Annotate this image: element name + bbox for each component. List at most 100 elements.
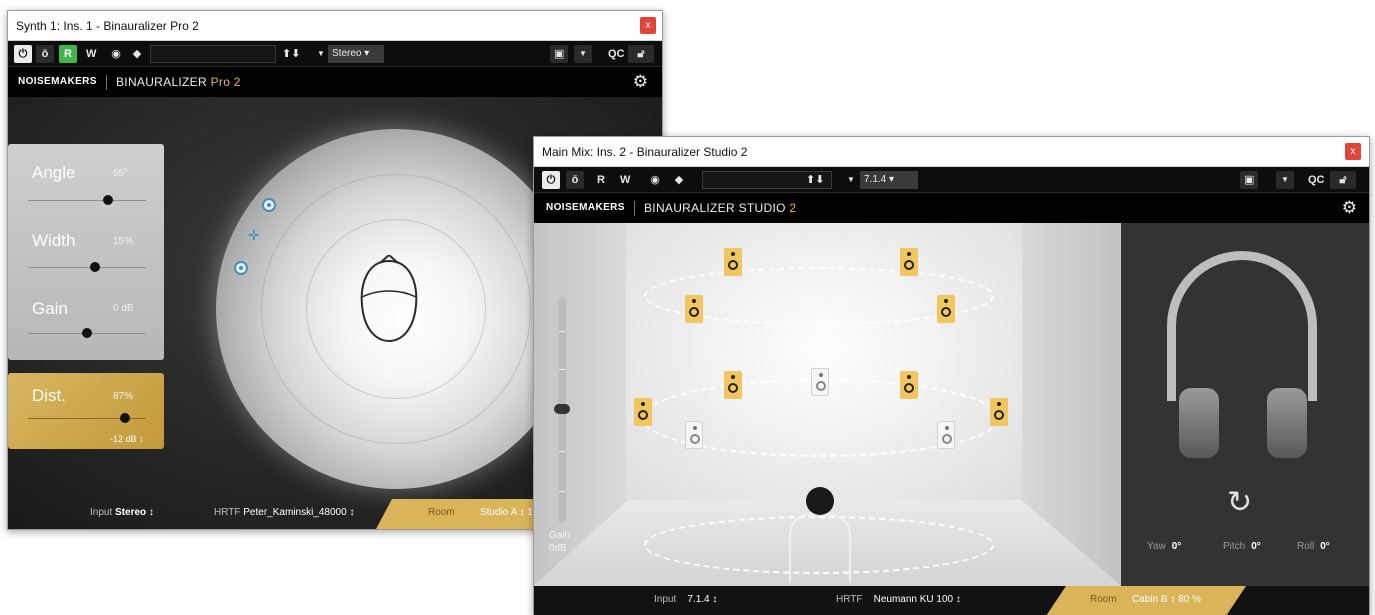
distance-label: Dist.: [32, 386, 66, 405]
input-selector[interactable]: Input 7.1.4 ↕: [654, 594, 717, 605]
noisemakers-logo: NOISEMAKERS: [18, 76, 97, 87]
input-label: Input: [654, 594, 677, 605]
window-title: Main Mix: Ins. 2 - Binauralizer Studio 2: [542, 145, 748, 159]
gain-label: Gain: [32, 299, 68, 318]
spatial-sphere[interactable]: [216, 129, 576, 489]
pitch-readout[interactable]: Pitch 0°: [1223, 541, 1261, 552]
bypass-icon[interactable]: ō: [566, 171, 584, 189]
read-automation-button[interactable]: R: [59, 45, 77, 63]
plugin-toolbar: ⏻ ō R W ◉ ◆ ⬆⬇ ▼ 7.1.4 ▾ ▣ ▼ QC 🔓︎: [534, 167, 1369, 193]
compare-icon[interactable]: ◉: [107, 45, 125, 63]
product-name-prefix: BINAURALIZER STUDIO: [644, 201, 786, 215]
studio-bottom-bar: Input 7.1.4 ↕ HRTF Neumann KU 100 ↕ Room…: [534, 586, 1369, 615]
lock-icon[interactable]: 🔓︎: [628, 45, 654, 63]
brand-bar: NOISEMAKERS BINAURALIZER STUDIO 2 ⚙: [534, 193, 1369, 223]
write-automation-button[interactable]: W: [616, 171, 634, 189]
room-back-wall: [626, 223, 1022, 500]
diamond-icon[interactable]: ◆: [128, 45, 146, 63]
preset-menu-icon[interactable]: ▼: [842, 171, 860, 189]
power-icon[interactable]: ⏻: [14, 45, 32, 63]
window-title: Synth 1: Ins. 1 - Binauralizer Pro 2: [16, 19, 199, 33]
options-dropdown-icon[interactable]: ▼: [1276, 171, 1294, 189]
roll-value: 0°: [1320, 541, 1330, 552]
speaker-rear-left[interactable]: [685, 421, 703, 449]
speaker-center[interactable]: [811, 368, 829, 396]
angle-slider-handle[interactable]: [103, 195, 113, 205]
hrtf-label: HRTF: [836, 594, 863, 605]
qc-button[interactable]: QC: [1304, 171, 1329, 189]
speaker-rear-right[interactable]: [937, 421, 955, 449]
speaker-top-front-left[interactable]: [724, 248, 742, 276]
headphones-right-cup-icon: [1267, 388, 1307, 458]
up-down-arrows-icon[interactable]: ⬆⬇: [278, 45, 304, 63]
product-name-prefix: BINAURALIZER: [116, 75, 207, 89]
studio-main-area: Gain 0dB ↻ Yaw 0° Pitch 0° Roll 0° Input 7.…: [534, 223, 1369, 615]
speaker-front-left[interactable]: [724, 371, 742, 399]
lock-icon[interactable]: 🔓︎: [1330, 171, 1356, 189]
input-label: Input: [90, 507, 113, 518]
diamond-icon[interactable]: ◆: [670, 171, 688, 189]
channel-select[interactable]: 7.1.4 ▾: [860, 171, 918, 189]
preset-field[interactable]: [150, 45, 276, 63]
camera-icon[interactable]: ▣: [1240, 171, 1259, 189]
speaker-side-right[interactable]: [990, 398, 1008, 426]
gain-value: 0dB: [549, 543, 567, 554]
speaker-top-rear-left[interactable]: [685, 295, 703, 323]
gain-slider-handle[interactable]: [82, 328, 92, 338]
hrtf-selector[interactable]: HRTF Peter_Kaminski_48000 ↕: [214, 507, 354, 518]
right-source-icon[interactable]: [234, 261, 248, 275]
speaker-front-right[interactable]: [900, 371, 918, 399]
rotate-icon[interactable]: ↻: [1227, 485, 1252, 520]
close-button[interactable]: x: [1345, 143, 1361, 160]
up-down-arrows-icon[interactable]: ⬆⬇: [802, 171, 828, 189]
speaker-top-rear-right[interactable]: [937, 295, 955, 323]
head-outline-icon: [360, 255, 418, 343]
hrtf-value: Neumann KU 100 ↕: [873, 594, 961, 605]
roll-label: Roll: [1297, 541, 1315, 552]
distance-gain-value[interactable]: -12 dB ↕: [110, 434, 144, 444]
speaker-top-front-right[interactable]: [900, 248, 918, 276]
camera-icon[interactable]: ▣: [550, 45, 569, 63]
gain-label: Gain: [549, 530, 571, 541]
write-automation-button[interactable]: W: [82, 45, 100, 63]
speaker-room-view[interactable]: Gain 0dB: [534, 223, 1121, 586]
angle-label: Angle: [32, 163, 76, 182]
speaker-side-left[interactable]: [634, 398, 652, 426]
product-name: BINAURALIZER STUDIO 2: [644, 201, 796, 215]
window-title-bar[interactable]: Synth 1: Ins. 1 - Binauralizer Pro 2: [8, 11, 662, 41]
brand-bar: NOISEMAKERS BINAURALIZER Pro 2 ⚙: [8, 67, 662, 97]
compare-icon[interactable]: ◉: [646, 171, 664, 189]
options-dropdown-icon[interactable]: ▼: [574, 45, 592, 63]
left-source-icon[interactable]: [262, 198, 276, 212]
room-label: Room: [428, 507, 455, 518]
room-selector[interactable]: Room Cabin B ↕ 80 %: [1046, 586, 1246, 615]
move-center-icon[interactable]: ✛: [248, 227, 260, 244]
distance-slider-handle[interactable]: [120, 413, 130, 423]
bypass-icon[interactable]: ō: [36, 45, 54, 63]
input-value: Stereo ↕: [115, 507, 154, 518]
read-automation-button[interactable]: R: [592, 171, 610, 189]
close-button[interactable]: x: [640, 17, 656, 34]
plugin-toolbar: ⏻ ō R W ◉ ◆ ⬆⬇ ▼ Stereo ▾ ▣ ▼ QC 🔓︎: [8, 41, 662, 67]
width-value: 15%: [113, 236, 134, 247]
hrtf-label: HRTF: [214, 507, 241, 518]
product-name-suffix: Pro 2: [210, 75, 241, 89]
angle-slider[interactable]: [28, 200, 146, 201]
gain-tick: [559, 491, 565, 492]
gear-icon[interactable]: ⚙: [633, 72, 648, 92]
qc-button[interactable]: QC: [604, 45, 629, 63]
width-slider-handle[interactable]: [90, 262, 100, 272]
roll-readout[interactable]: Roll 0°: [1297, 541, 1330, 552]
room-value: Studio A ↕ 10: [480, 507, 539, 518]
hrtf-selector[interactable]: HRTF Neumann KU 100 ↕: [836, 594, 961, 605]
pitch-label: Pitch: [1223, 541, 1246, 552]
yaw-readout[interactable]: Yaw 0°: [1147, 541, 1181, 552]
power-icon[interactable]: ⏻: [542, 171, 560, 189]
gear-icon[interactable]: ⚙: [1342, 198, 1357, 218]
width-slider[interactable]: [28, 267, 146, 268]
input-selector[interactable]: Input Stereo ↕: [90, 507, 154, 518]
window-title-bar[interactable]: Main Mix: Ins. 2 - Binauralizer Studio 2: [534, 137, 1369, 167]
brand-divider: [634, 201, 635, 216]
channel-select[interactable]: Stereo ▾: [328, 45, 384, 63]
gain-slider-handle[interactable]: [554, 404, 570, 414]
